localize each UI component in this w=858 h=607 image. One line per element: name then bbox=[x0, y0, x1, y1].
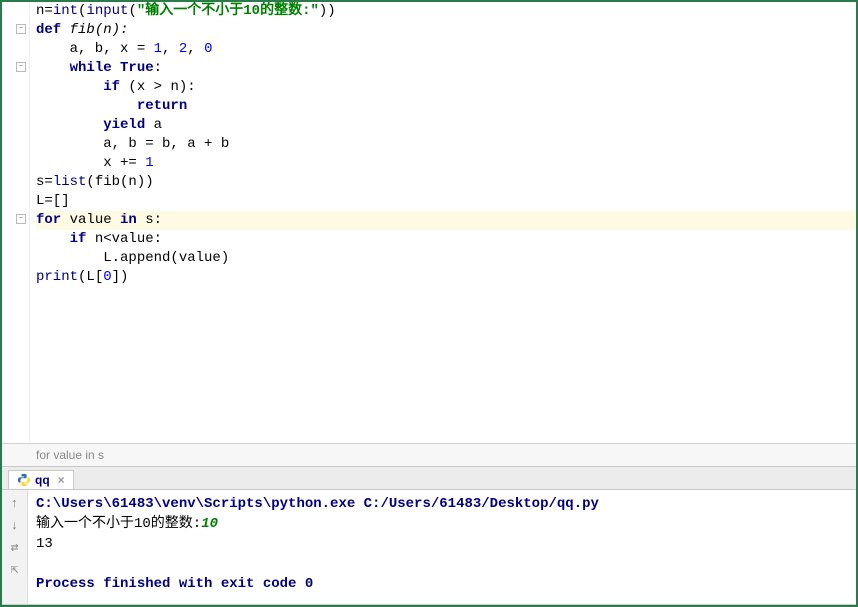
code-line[interactable]: yield a bbox=[36, 116, 856, 135]
code-line[interactable]: s=list(fib(n)) bbox=[36, 173, 856, 192]
console-line: C:\Users\61483\venv\Scripts\python.exe C… bbox=[36, 494, 848, 514]
console-line: Process finished with exit code 0 bbox=[36, 574, 848, 594]
close-icon[interactable]: × bbox=[58, 473, 65, 487]
console-toolbar: ↑ ↓ ⇄ ⇱ bbox=[2, 490, 28, 604]
soft-wrap-icon[interactable]: ⇄ bbox=[7, 540, 23, 556]
console-line: 13 bbox=[36, 534, 848, 554]
code-line[interactable]: if (x > n): bbox=[36, 78, 856, 97]
console-line: 输入一个不小于10的整数:10 bbox=[36, 514, 848, 534]
console-line bbox=[36, 554, 848, 574]
console-panel: ↑ ↓ ⇄ ⇱ C:\Users\61483\venv\Scripts\pyth… bbox=[2, 490, 856, 605]
code-line[interactable]: def fib(n): bbox=[36, 21, 856, 40]
scroll-down-icon[interactable]: ↓ bbox=[7, 518, 23, 534]
code-line[interactable]: L=[] bbox=[36, 192, 856, 211]
code-line[interactable]: L.append(value) bbox=[36, 249, 856, 268]
breadcrumb[interactable]: for value in s bbox=[2, 443, 856, 466]
run-tab-label: qq bbox=[35, 473, 50, 487]
code-line[interactable]: for value in s: bbox=[36, 211, 856, 230]
code-line[interactable]: n=int(input("输入一个不小于10的整数:")) bbox=[36, 2, 856, 21]
code-line[interactable]: while True: bbox=[36, 59, 856, 78]
code-line[interactable]: x += 1 bbox=[36, 154, 856, 173]
code-line[interactable]: a, b, x = 1, 2, 0 bbox=[36, 40, 856, 59]
fold-icon[interactable]: − bbox=[16, 24, 26, 34]
fold-icon[interactable]: − bbox=[16, 62, 26, 72]
code-editor[interactable]: − − − n=int(input("输入一个不小于10的整数:")) def … bbox=[2, 2, 856, 443]
python-icon bbox=[17, 473, 31, 487]
code-line[interactable]: a, b = b, a + b bbox=[36, 135, 856, 154]
export-icon[interactable]: ⇱ bbox=[7, 562, 23, 578]
scroll-up-icon[interactable]: ↑ bbox=[7, 496, 23, 512]
editor-gutter: − − − bbox=[2, 2, 30, 443]
run-tab-bar: qq × bbox=[2, 466, 856, 490]
code-content[interactable]: n=int(input("输入一个不小于10的整数:")) def fib(n)… bbox=[2, 2, 856, 287]
code-line[interactable]: if n<value: bbox=[36, 230, 856, 249]
code-line[interactable]: return bbox=[36, 97, 856, 116]
run-tab[interactable]: qq × bbox=[8, 470, 74, 489]
console-output[interactable]: C:\Users\61483\venv\Scripts\python.exe C… bbox=[28, 490, 856, 604]
fold-icon[interactable]: − bbox=[16, 214, 26, 224]
code-line[interactable]: print(L[0]) bbox=[36, 268, 856, 287]
